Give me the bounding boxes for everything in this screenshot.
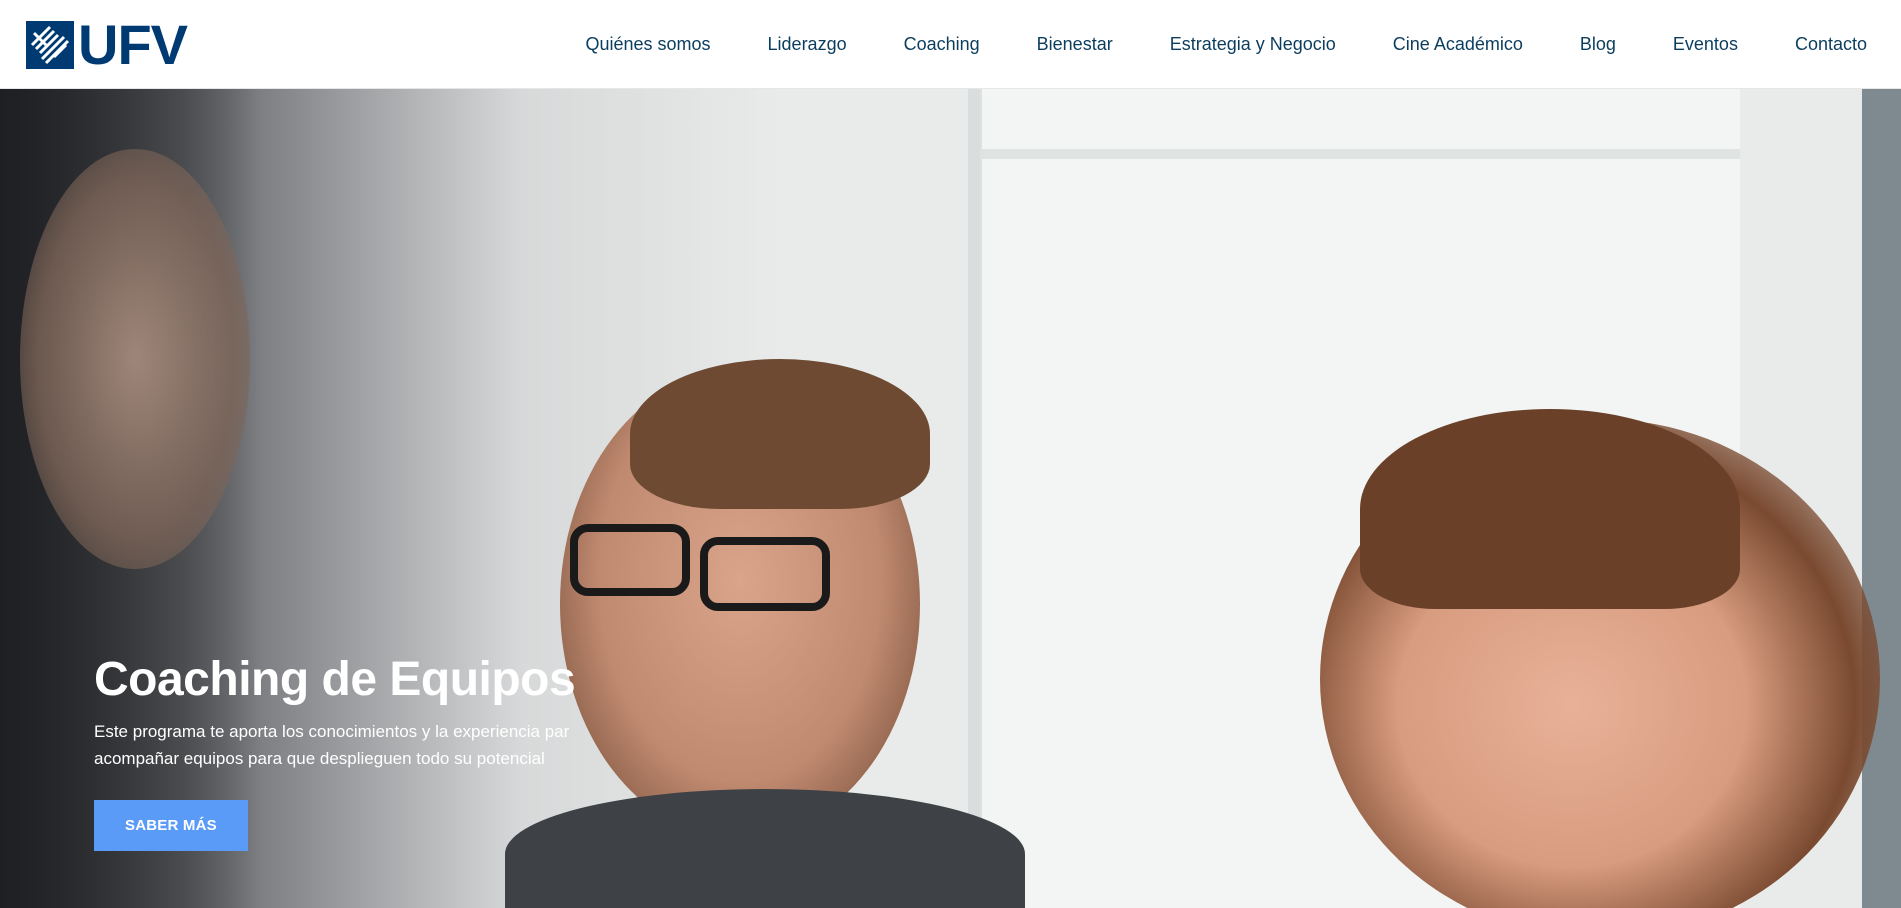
main-nav: Quiénes somos Liderazgo Coaching Bienest… — [585, 0, 1867, 89]
hero-description: Este programa te aporta los conocimiento… — [94, 722, 570, 768]
nav-item-blog[interactable]: Blog — [1580, 34, 1616, 55]
hero-title: Coaching de Equipos — [94, 653, 576, 706]
saber-mas-button[interactable]: SABER MÁS — [94, 800, 248, 851]
hero-content: Coaching de Equipos Este programa te apo… — [94, 652, 614, 851]
hero-banner: Coaching de Equipos Este programa te apo… — [0, 89, 1901, 908]
nav-item-eventos[interactable]: Eventos — [1673, 34, 1738, 55]
ufv-logo-mark-icon — [26, 21, 74, 69]
nav-item-contacto[interactable]: Contacto — [1795, 34, 1867, 55]
nav-item-quienes-somos[interactable]: Quiénes somos — [585, 34, 710, 55]
ufv-logo-text: UFV — [78, 13, 188, 76]
nav-item-cine-academico[interactable]: Cine Académico — [1393, 34, 1523, 55]
nav-item-liderazgo[interactable]: Liderazgo — [768, 34, 847, 55]
nav-item-estrategia-negocio[interactable]: Estrategia y Negocio — [1170, 34, 1336, 55]
nav-item-coaching[interactable]: Coaching — [904, 34, 980, 55]
nav-item-bienestar[interactable]: Bienestar — [1037, 34, 1113, 55]
ufv-logo[interactable]: UFV — [26, 13, 188, 76]
site-header: UFV Quiénes somos Liderazgo Coaching Bie… — [0, 0, 1901, 89]
